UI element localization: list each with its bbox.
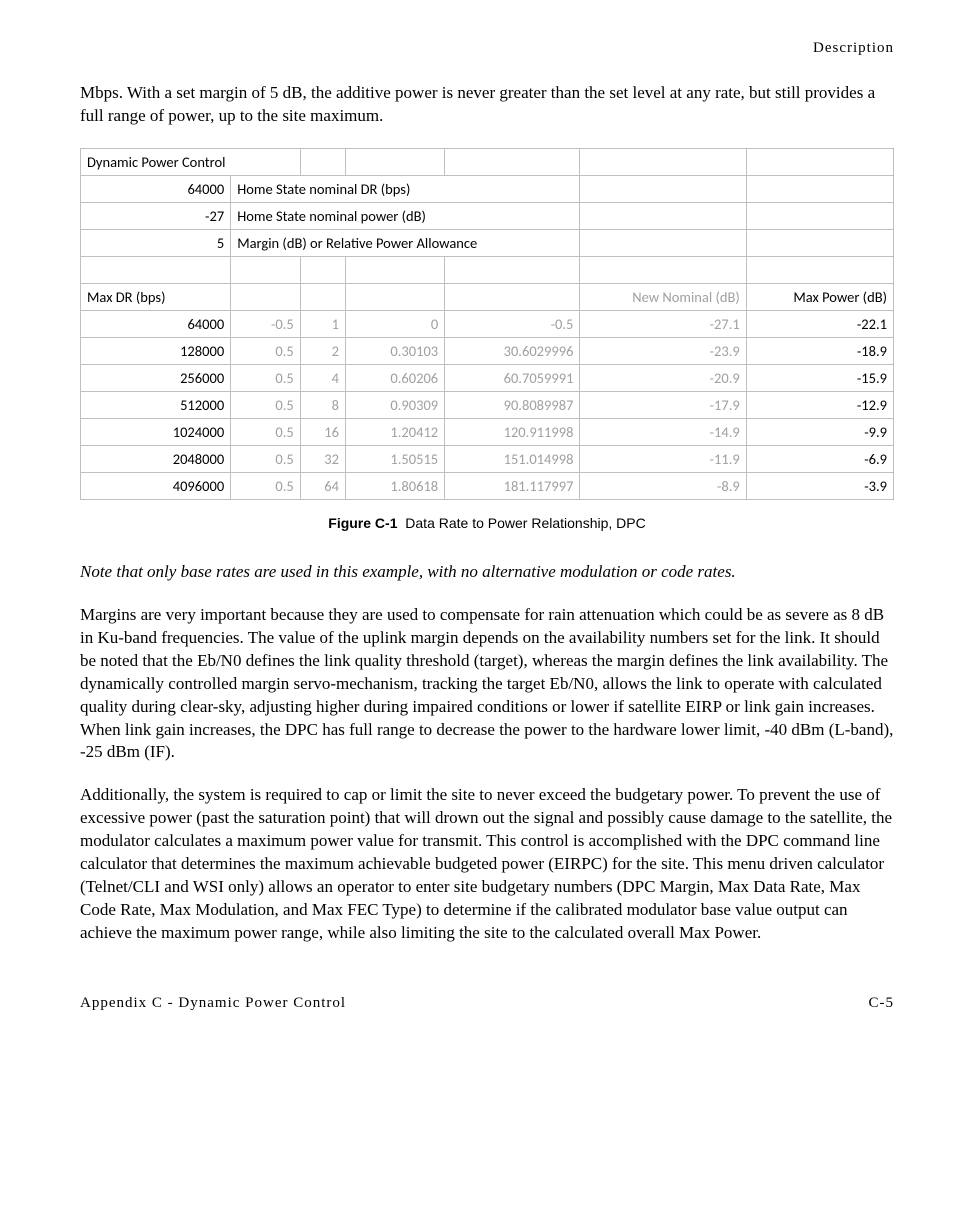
- empty-cell: [746, 148, 893, 175]
- table-row: 512000 0.5 8 0.90309 90.8089987 -17.9 -1…: [81, 391, 894, 418]
- param-row: -27 Home State nominal power (dB): [81, 202, 894, 229]
- footer-left: Appendix C - Dynamic Power Control: [80, 995, 346, 1012]
- footer-right: C-5: [869, 995, 895, 1012]
- margins-paragraph: Margins are very important because they …: [80, 604, 894, 765]
- cell-c5: 60.7059991: [445, 364, 580, 391]
- empty-cell: [231, 283, 301, 310]
- table-row: 128000 0.5 2 0.30103 30.6029996 -23.9 -1…: [81, 337, 894, 364]
- cell-c2: 0.5: [231, 391, 301, 418]
- empty-cell: [345, 148, 444, 175]
- cell-mp: -22.1: [746, 310, 893, 337]
- empty-cell: [300, 283, 345, 310]
- table-row: 256000 0.5 4 0.60206 60.7059991 -20.9 -1…: [81, 364, 894, 391]
- cell-c4: 0.90309: [345, 391, 444, 418]
- cell-dr: 64000: [81, 310, 231, 337]
- cell-c2: -0.5: [231, 310, 301, 337]
- cell-c4: 1.50515: [345, 445, 444, 472]
- cell-c2: 0.5: [231, 337, 301, 364]
- cell-c3: 8: [300, 391, 345, 418]
- additional-paragraph: Additionally, the system is required to …: [80, 784, 894, 945]
- cell-dr: 4096000: [81, 472, 231, 499]
- empty-cell: [345, 283, 444, 310]
- cell-mp: -12.9: [746, 391, 893, 418]
- cell-nn: -8.9: [580, 472, 746, 499]
- spacer-row: [81, 256, 894, 283]
- cell-c4: 0.60206: [345, 364, 444, 391]
- cell-mp: -15.9: [746, 364, 893, 391]
- cell-c3: 4: [300, 364, 345, 391]
- cell-c3: 64: [300, 472, 345, 499]
- col-header-maxpow: Max Power (dB): [746, 283, 893, 310]
- empty-cell: [580, 202, 746, 229]
- figure-label: Figure C-1: [328, 515, 397, 531]
- param-label: Home State nominal power (dB): [231, 202, 580, 229]
- param-label: Home State nominal DR (bps): [231, 175, 580, 202]
- cell-c4: 0.30103: [345, 337, 444, 364]
- table-row: 64000 -0.5 1 0 -0.5 -27.1 -22.1: [81, 310, 894, 337]
- intro-paragraph: Mbps. With a set margin of 5 dB, the add…: [80, 82, 894, 128]
- col-header-newnom: New Nominal (dB): [580, 283, 746, 310]
- empty-cell: [300, 148, 345, 175]
- page-header-section: Description: [80, 40, 894, 57]
- cell-dr: 2048000: [81, 445, 231, 472]
- empty-cell: [445, 148, 580, 175]
- dpc-title-row: Dynamic Power Control: [81, 148, 894, 175]
- cell-c3: 16: [300, 418, 345, 445]
- cell-mp: -9.9: [746, 418, 893, 445]
- cell-c2: 0.5: [231, 364, 301, 391]
- param-value: 64000: [81, 175, 231, 202]
- param-label: Margin (dB) or Relative Power Allowance: [231, 229, 580, 256]
- cell-c5: -0.5: [445, 310, 580, 337]
- header-row: Max DR (bps) New Nominal (dB) Max Power …: [81, 283, 894, 310]
- table-row: 4096000 0.5 64 1.80618 181.117997 -8.9 -…: [81, 472, 894, 499]
- cell-c3: 1: [300, 310, 345, 337]
- empty-cell: [746, 202, 893, 229]
- cell-c3: 32: [300, 445, 345, 472]
- cell-c2: 0.5: [231, 418, 301, 445]
- figure-caption-text: Data Rate to Power Relationship, DPC: [405, 515, 645, 531]
- cell-nn: -11.9: [580, 445, 746, 472]
- cell-dr: 256000: [81, 364, 231, 391]
- cell-nn: -27.1: [580, 310, 746, 337]
- figure-caption: Figure C-1 Data Rate to Power Relationsh…: [80, 515, 894, 531]
- cell-c5: 30.6029996: [445, 337, 580, 364]
- table-row: 1024000 0.5 16 1.20412 120.911998 -14.9 …: [81, 418, 894, 445]
- cell-dr: 128000: [81, 337, 231, 364]
- cell-c2: 0.5: [231, 472, 301, 499]
- cell-c4: 1.80618: [345, 472, 444, 499]
- cell-nn: -20.9: [580, 364, 746, 391]
- cell-c5: 181.117997: [445, 472, 580, 499]
- empty-cell: [746, 175, 893, 202]
- param-value: 5: [81, 229, 231, 256]
- cell-c4: 1.20412: [345, 418, 444, 445]
- note-paragraph: Note that only base rates are used in th…: [80, 561, 894, 584]
- cell-mp: -3.9: [746, 472, 893, 499]
- table-row: 2048000 0.5 32 1.50515 151.014998 -11.9 …: [81, 445, 894, 472]
- param-value: -27: [81, 202, 231, 229]
- cell-c4: 0: [345, 310, 444, 337]
- empty-cell: [445, 283, 580, 310]
- cell-nn: -23.9: [580, 337, 746, 364]
- page-footer: Appendix C - Dynamic Power Control C-5: [80, 995, 894, 1012]
- cell-c5: 90.8089987: [445, 391, 580, 418]
- cell-c2: 0.5: [231, 445, 301, 472]
- cell-dr: 512000: [81, 391, 231, 418]
- cell-mp: -6.9: [746, 445, 893, 472]
- cell-nn: -14.9: [580, 418, 746, 445]
- col-header-maxdr: Max DR (bps): [81, 283, 231, 310]
- cell-c3: 2: [300, 337, 345, 364]
- param-row: 64000 Home State nominal DR (bps): [81, 175, 894, 202]
- cell-c5: 120.911998: [445, 418, 580, 445]
- param-row: 5 Margin (dB) or Relative Power Allowanc…: [81, 229, 894, 256]
- empty-cell: [580, 148, 746, 175]
- cell-nn: -17.9: [580, 391, 746, 418]
- empty-cell: [580, 229, 746, 256]
- cell-c5: 151.014998: [445, 445, 580, 472]
- empty-cell: [580, 175, 746, 202]
- cell-dr: 1024000: [81, 418, 231, 445]
- cell-mp: -18.9: [746, 337, 893, 364]
- dpc-table: Dynamic Power Control 64000 Home State n…: [80, 148, 894, 500]
- dpc-title-cell: Dynamic Power Control: [81, 148, 301, 175]
- empty-cell: [746, 229, 893, 256]
